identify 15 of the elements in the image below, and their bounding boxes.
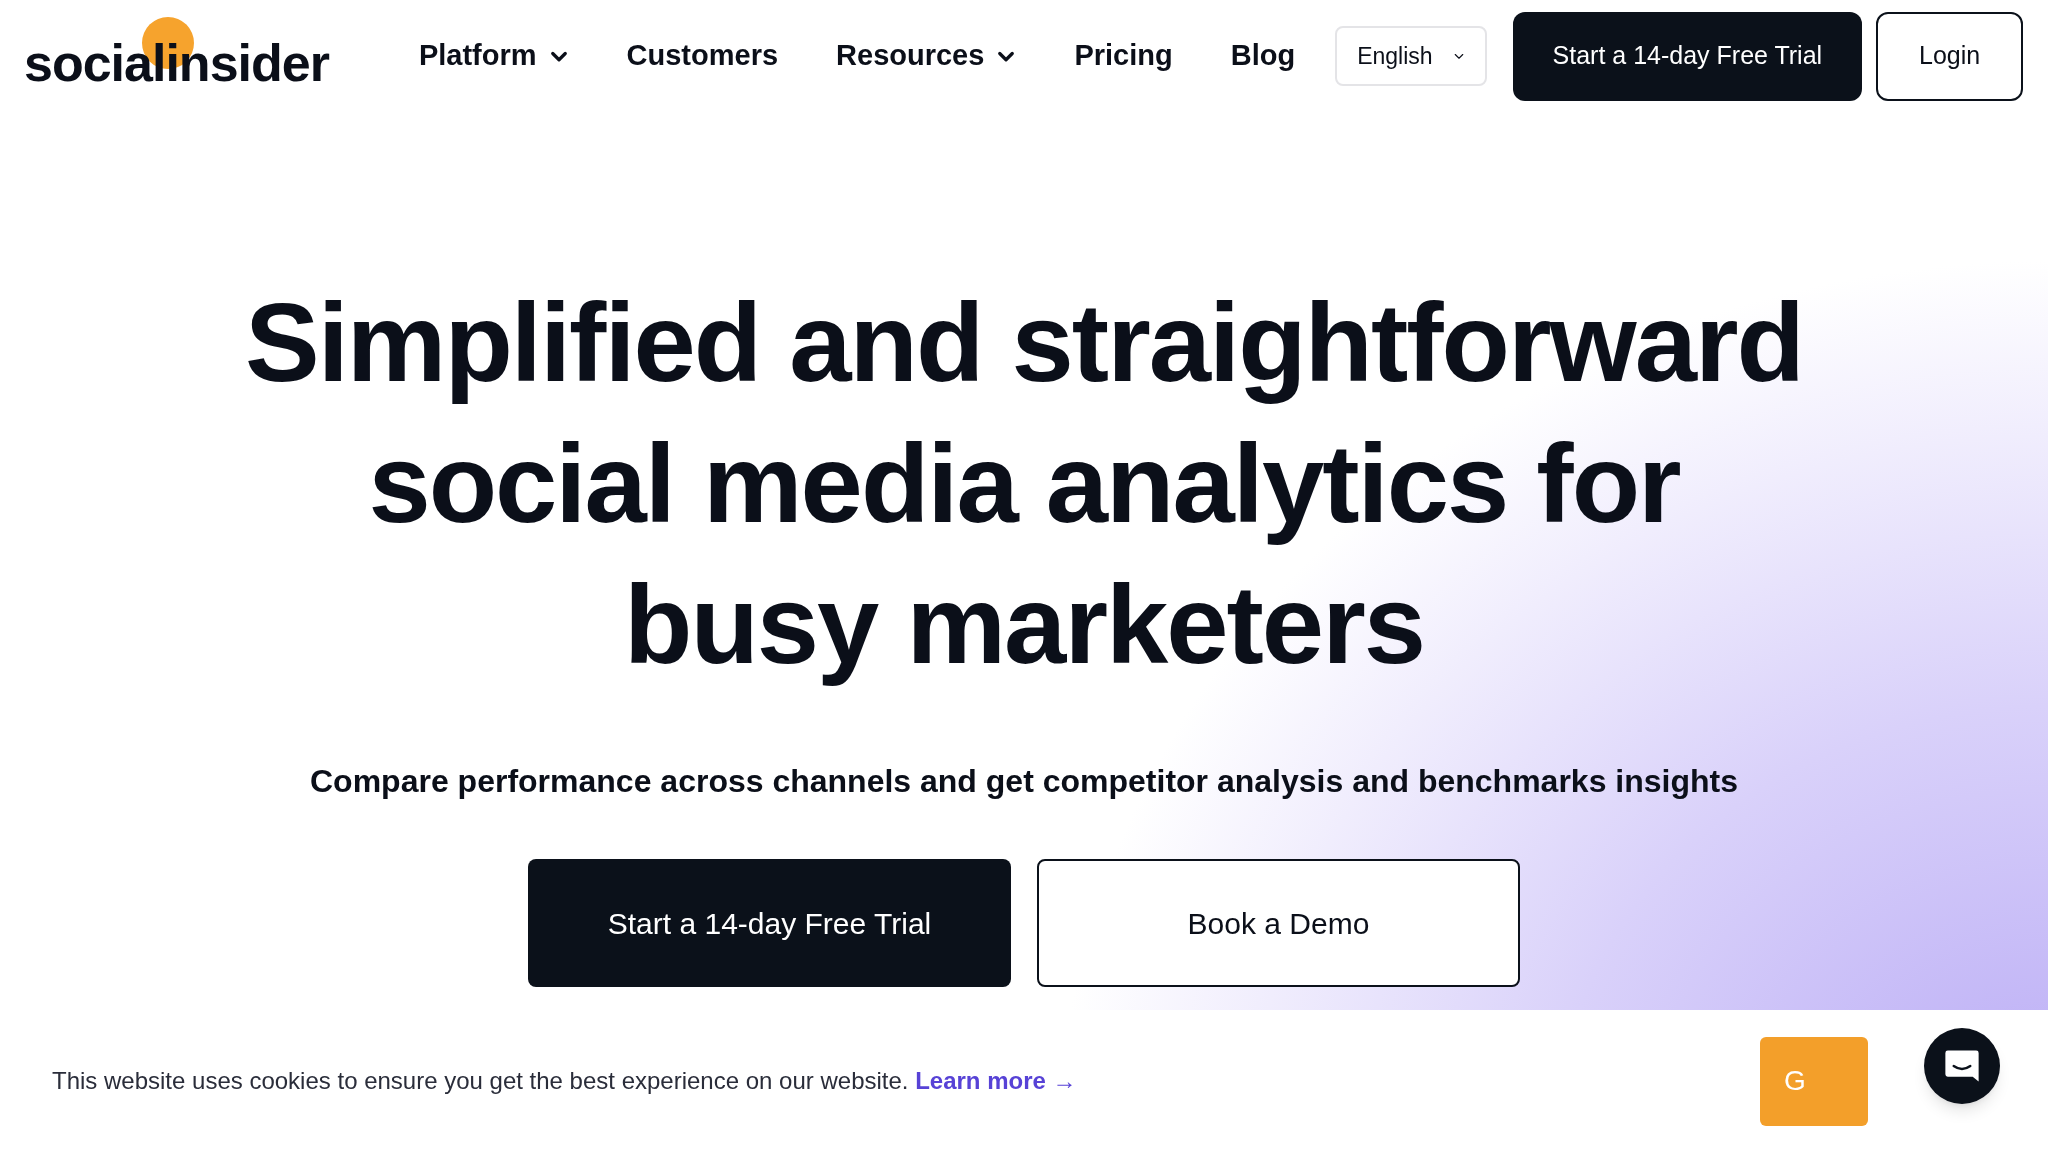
- hero-headline: Simplified and straightforward social media analytics for busy marketers: [245, 279, 1803, 689]
- book-demo-button[interactable]: Book a Demo: [1037, 859, 1520, 987]
- language-select[interactable]: English: [1335, 26, 1487, 86]
- nav-link[interactable]: Pricing: [1074, 34, 1173, 78]
- hero-subtitle: Compare performance across channels and get competitor analysis and benchmarks insights: [310, 762, 1738, 801]
- nav-link[interactable]: Resources: [836, 34, 985, 78]
- cookie-message: This website uses cookies to ensure you get the best experience on our website. Learn more →: [52, 1066, 1077, 1096]
- login-button[interactable]: Login: [1876, 11, 2024, 101]
- free-trial-button[interactable]: Start a 14-day Free Trial: [1512, 11, 1863, 101]
- learn-more-link[interactable]: Learn more →: [915, 1067, 1077, 1094]
- nav-link[interactable]: Customers: [626, 34, 779, 78]
- nav-link[interactable]: Blog: [1230, 34, 1296, 78]
- nav-link[interactable]: Platform: [418, 34, 537, 78]
- free-trial-button[interactable]: Start a 14-day Free Trial: [528, 859, 1011, 987]
- socialinsider-logo[interactable]: socialinsider: [24, 37, 329, 89]
